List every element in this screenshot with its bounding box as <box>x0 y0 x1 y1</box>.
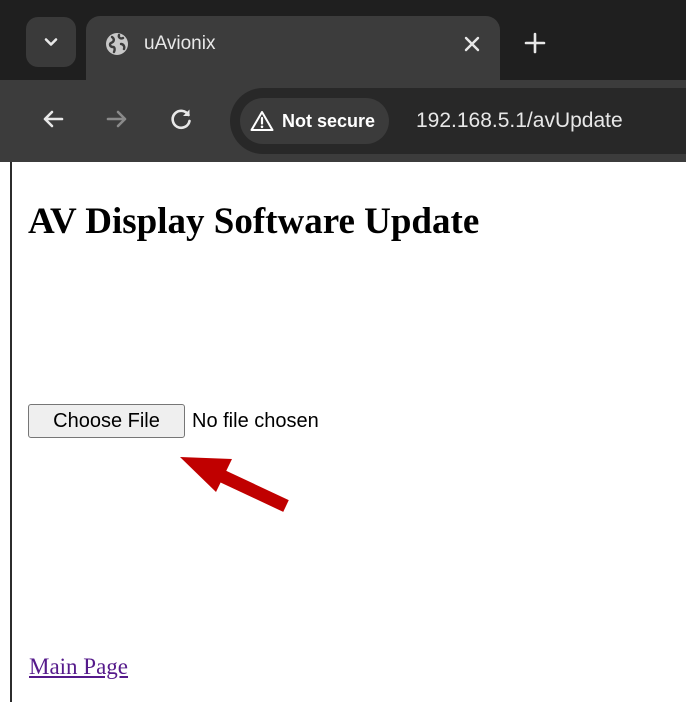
choose-file-button[interactable]: Choose File <box>28 404 185 438</box>
page-title: AV Display Software Update <box>28 201 480 242</box>
browser-toolbar: Not secure 192.168.5.1/avUpdate <box>0 80 686 162</box>
security-indicator[interactable]: Not secure <box>240 98 390 144</box>
file-status-text: No file chosen <box>192 410 319 432</box>
window-left-border <box>0 162 12 702</box>
globe-icon <box>106 33 128 55</box>
warning-triangle-icon <box>250 111 274 131</box>
security-label: Not secure <box>282 110 376 131</box>
red-arrow-icon <box>180 457 289 512</box>
screenshot-frame: uAvionix Not secure 192.168.5.1/avUpdate… <box>0 0 686 702</box>
tab-active[interactable]: uAvionix <box>86 16 500 80</box>
chevron-down-icon <box>44 38 58 46</box>
tab-title: uAvionix <box>144 33 216 54</box>
address-bar[interactable]: Not secure 192.168.5.1/avUpdate <box>230 88 686 154</box>
forward-arrow-icon[interactable] <box>102 104 132 134</box>
main-page-link[interactable]: Main Page <box>29 652 128 682</box>
back-arrow-icon[interactable] <box>38 104 68 134</box>
new-tab-plus-icon[interactable] <box>522 30 548 56</box>
tab-strip: uAvionix <box>0 0 686 80</box>
url-text: 192.168.5.1/avUpdate <box>416 109 623 132</box>
tab-search-button[interactable] <box>26 17 76 67</box>
reload-icon[interactable] <box>166 104 196 134</box>
close-icon[interactable] <box>460 32 484 56</box>
